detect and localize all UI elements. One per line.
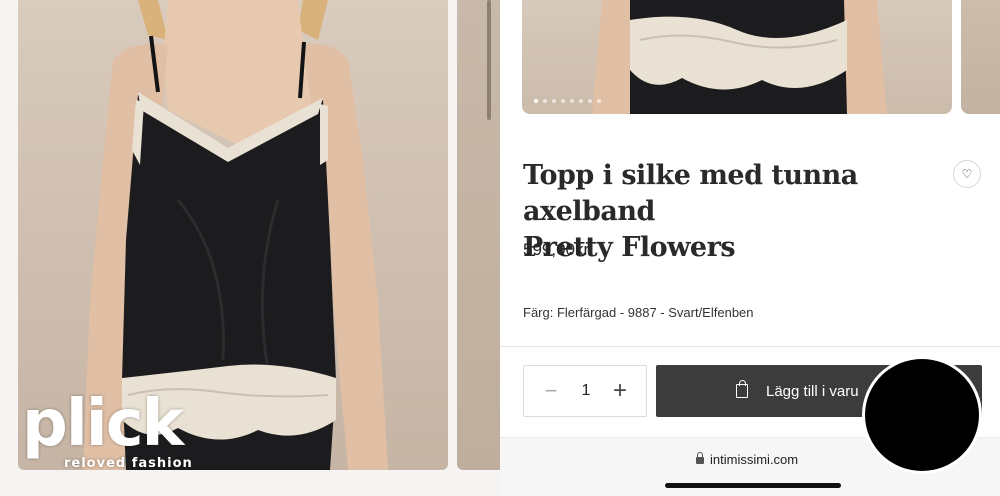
gallery-next-image[interactable] (961, 0, 1000, 114)
quantity-increase-button[interactable]: + (610, 378, 630, 404)
gallery-image (592, 0, 887, 114)
gallery-pagination (534, 99, 601, 103)
next-photo-preview[interactable] (457, 0, 500, 470)
color-variant[interactable]: Färg: Flerfärgad - 9887 - Svart/Elfenben (523, 305, 754, 320)
plick-logo: plick (22, 387, 184, 461)
divider (500, 346, 1000, 347)
lock-icon (696, 452, 704, 464)
product-price: 599,00kr (523, 240, 590, 259)
gallery-dot[interactable] (588, 99, 592, 103)
gallery-dot[interactable] (552, 99, 556, 103)
quantity-decrease-button[interactable]: − (542, 380, 560, 402)
add-to-cart-label: Lägg till i varu (766, 382, 859, 400)
gallery-dot[interactable] (570, 99, 574, 103)
gallery-dot[interactable] (597, 99, 601, 103)
product-title-line1: Topp i silke med tunna axelband (523, 160, 858, 227)
quantity-stepper: − 1 + (523, 365, 647, 417)
home-indicator[interactable] (665, 483, 841, 488)
gallery-dot[interactable] (534, 99, 538, 103)
wishlist-heart-button[interactable]: ♡ (953, 160, 981, 188)
url-display[interactable]: intimissimi.com (696, 452, 798, 467)
url-text: intimissimi.com (710, 452, 799, 467)
photo-scroll-indicator (487, 0, 491, 120)
plick-watermark: plick reloved fashion (22, 392, 222, 477)
image-gallery[interactable] (522, 0, 952, 114)
left-photo-panel: plick reloved fashion (0, 0, 500, 496)
plick-tagline: reloved fashion (64, 456, 193, 471)
gallery-dot[interactable] (579, 99, 583, 103)
heart-icon: ♡ (961, 167, 973, 181)
quantity-value: 1 (581, 382, 591, 399)
shopping-bag-icon (736, 380, 748, 398)
gallery-dot[interactable] (561, 99, 565, 103)
gallery-dot[interactable] (543, 99, 547, 103)
redaction-circle (862, 356, 982, 474)
